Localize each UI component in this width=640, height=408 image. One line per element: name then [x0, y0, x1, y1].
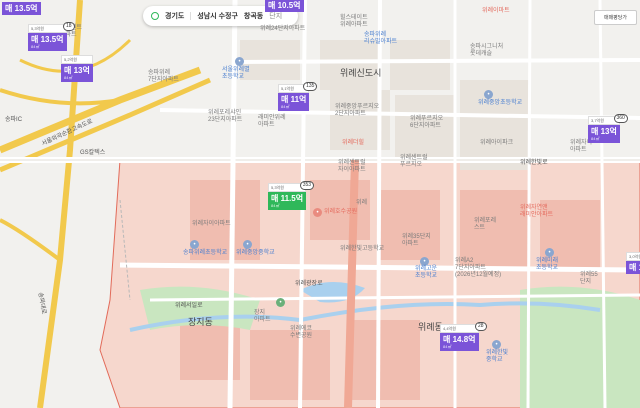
place-wirye-a2[interactable]: 위례A2 7단지아파트 (2026년12월예정): [455, 258, 501, 279]
price-value: 매 13억: [64, 66, 90, 75]
unit-count-badge: 360: [613, 114, 628, 123]
price-info: 5,3억원: [28, 24, 67, 33]
place-school-north[interactable]: 송파위례 7단지아파트: [148, 70, 179, 84]
breadcrumb-city[interactable]: 성남시 수정구: [197, 11, 238, 21]
unit-count-badge: 135: [303, 82, 318, 91]
road-label-wirye-haneul: 위례한빛로: [520, 160, 548, 166]
school-icon: •: [243, 240, 252, 249]
place-wirye-35[interactable]: 위례35단지 아파트: [402, 234, 431, 248]
price-area: 84㎡: [64, 75, 73, 80]
breadcrumb-province[interactable]: 경기도: [165, 11, 184, 21]
location-icon: [151, 12, 159, 20]
place-wirye-24[interactable]: 위례24단지아파트: [260, 26, 305, 33]
place-ecodae[interactable]: 위례에코 수변공원: [290, 326, 312, 340]
price-marker[interactable]: 5,3억원 매 13.5억 84㎡ 18: [28, 22, 75, 51]
school-icon: •: [484, 90, 493, 99]
place-wirye-xi[interactable]: 위례자이아파트: [192, 221, 231, 228]
place-hanbit-ms[interactable]: 위례한빛 중학교: [486, 350, 508, 364]
price-info: 5,2억원: [61, 55, 93, 64]
place-wirye-ahn[interactable]: 위례아이파크: [480, 140, 513, 147]
breadcrumb-dong[interactable]: 창곡동: [244, 11, 263, 21]
price-marker[interactable]: 3,7억원 매 13억 84㎡ 360: [588, 114, 628, 143]
price-value: 매 13.5억: [5, 4, 38, 13]
price-value: 매 11.5억: [271, 194, 304, 203]
place-songpa-wirye-apt[interactable]: 송파위례 리슈빌아파트: [364, 32, 397, 46]
price-area: 84㎡: [281, 104, 290, 109]
road-label-wiryeseo: 위례서일로: [175, 303, 203, 309]
place-wirye-plaza[interactable]: 위례더힐: [342, 140, 364, 147]
unit-count-badge: 18: [62, 22, 75, 31]
school-icon: •: [235, 57, 244, 66]
place-jangji[interactable]: 장지 아파트: [254, 310, 271, 324]
place-wirye-prugio[interactable]: 위례푸르지오 6단지아파트: [410, 116, 443, 130]
place-wirye-elementary[interactable]: 서울위례별 초등학교: [222, 67, 250, 81]
place-hillstate[interactable]: 힐스테이트 위례아파트: [340, 15, 368, 29]
place-wirye-55[interactable]: 위례55 단지: [580, 272, 598, 286]
price-area: 84㎡: [31, 44, 40, 49]
place-songpa-elementary[interactable]: 송파위례초등학교: [183, 250, 227, 257]
price-area: 84㎡: [591, 136, 600, 141]
price-value: 매 13억: [591, 127, 617, 136]
school-icon: •: [545, 248, 554, 257]
place-central-prugio[interactable]: 위례센트럴 자이아파트: [338, 160, 366, 174]
park-icon: •: [276, 298, 285, 307]
price-info: 4,4억원: [440, 324, 479, 333]
place-wirye-jayeon[interactable]: 위례자연앤 래미안아파트: [520, 205, 553, 219]
breadcrumb-unit[interactable]: 단지: [269, 11, 282, 21]
price-marker[interactable]: 매 10.5억: [265, 0, 304, 12]
place-mirae[interactable]: 위례미래 초등학교: [536, 258, 558, 272]
price-marker[interactable]: 4,4억원 매 14.8억 84㎡ 28: [440, 322, 487, 351]
price-value: 매 10.5억: [268, 1, 301, 10]
place-wirye-forest[interactable]: 위례포레 스트: [474, 218, 496, 232]
school-icon: •: [492, 340, 501, 349]
place-wirye-bridge[interactable]: 위례센트럴 푸르지오: [400, 155, 428, 169]
price-marker[interactable]: 5,1억원 매 11억 84㎡ 135: [278, 82, 318, 111]
road-label-gs: GS칼텍스: [80, 150, 106, 156]
place-wirye-central[interactable]: 래미안위례 아파트: [258, 115, 286, 129]
map-canvas[interactable]: [0, 0, 640, 408]
place-wirye-jungang-ms[interactable]: 위례중앙중학교: [236, 250, 275, 257]
price-value: 매 13.5억: [31, 35, 64, 44]
place-wirye-gwanggyo[interactable]: 위례고운 초등학교: [415, 266, 437, 280]
school-icon: •: [420, 257, 429, 266]
place-songpa-wirye-hs[interactable]: 위례한빛고등학교: [340, 246, 384, 253]
price-area: 84㎡: [443, 344, 452, 349]
place-wirye-23[interactable]: 위례포레샤인 23단지아파트: [208, 110, 242, 124]
place-wirye-lake[interactable]: 위례호수공원: [324, 209, 357, 216]
price-area: 84㎡: [271, 203, 280, 208]
price-marker-selected[interactable]: 5,3억원 매 11.5억 84㎡ 353: [268, 181, 315, 210]
price-value: 매 14.8억: [443, 335, 476, 344]
unit-count-badge: 353: [299, 181, 315, 190]
road-label-songpa-ic: 송파IC: [5, 117, 23, 123]
district-label-jangji-dong: 장지동: [188, 317, 213, 327]
unit-count-badge: 28: [474, 322, 487, 331]
place-wirye-jungang[interactable]: 위례중앙초등학교: [478, 100, 522, 107]
price-value: 매 11억: [281, 95, 307, 104]
place-songpa-st[interactable]: 송파시그니처 롯데캐슬: [470, 44, 503, 58]
price-value: 매 1: [629, 263, 640, 272]
shopping-icon: •: [313, 208, 322, 217]
road-label-gwangjang: 위례광장로: [295, 281, 323, 287]
price-marker[interactable]: 5,2억원 매 13억 84㎡: [61, 55, 93, 82]
school-icon: •: [190, 240, 199, 249]
price-marker[interactable]: 매 13.5억: [2, 2, 41, 15]
place-wirye-emart[interactable]: 위례이마트: [482, 8, 510, 15]
district-label-wirye-new-town: 위례신도시: [340, 68, 382, 78]
price-type-button[interactable]: 매매평당가: [594, 10, 637, 25]
place-wirye-library[interactable]: 위례중앙푸르지오 2단지아파트: [335, 104, 379, 118]
price-info: 3,0억원: [626, 252, 640, 261]
place-yeongdong[interactable]: 위례: [356, 200, 367, 207]
breadcrumb-divider: [190, 12, 192, 20]
price-marker[interactable]: 3,0억원 매 1: [626, 252, 640, 274]
